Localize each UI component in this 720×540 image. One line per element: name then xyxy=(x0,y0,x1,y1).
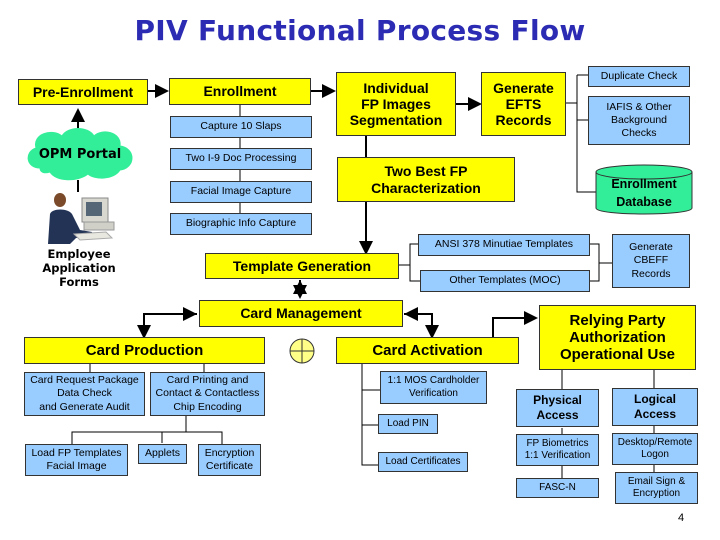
arrow-activation-relying xyxy=(492,311,538,337)
relying-party-box: Relying Party Authorization Operational … xyxy=(539,305,696,370)
page-title: PIV Functional Process Flow xyxy=(134,14,586,47)
fasc-n-box: FASC-N xyxy=(516,478,599,498)
template-generation-box: Template Generation xyxy=(205,253,399,279)
biographic-info-capture-box: Biographic Info Capture xyxy=(170,213,312,235)
card-request-package-box: Card Request Package Data Check and Gene… xyxy=(24,372,145,416)
duplicate-check-box: Duplicate Check xyxy=(588,66,690,87)
load-fp-templates-box: Load FP Templates Facial Image xyxy=(25,444,128,476)
other-templates-box: Other Templates (MOC) xyxy=(420,270,590,292)
opm-portal-label: OPM Portal xyxy=(39,147,121,162)
card-printing-box: Card Printing and Contact & Contactless … xyxy=(150,372,265,416)
load-certificates-box: Load Certificates xyxy=(378,452,468,472)
circle-cross-icon xyxy=(289,338,315,364)
pre-enrollment-box: Pre-Enrollment xyxy=(18,79,148,105)
ansi-378-templates-box: ANSI 378 Minutiae Templates xyxy=(418,234,590,256)
two-best-fp-box: Two Best FP Characterization xyxy=(337,157,515,202)
fp-biometrics-box: FP Biometrics 1:1 Verification xyxy=(516,434,599,466)
opm-portal-cloud: OPM Portal xyxy=(27,128,133,181)
load-pin-box: Load PIN xyxy=(378,414,438,434)
i9-doc-processing-box: Two I-9 Doc Processing xyxy=(170,148,312,170)
card-activation-box: Card Activation xyxy=(336,337,519,364)
employee-application-forms-label: Employee Application Forms xyxy=(42,247,116,289)
iafis-checks-box: IAFIS & Other Background Checks xyxy=(588,96,690,145)
card-production-box: Card Production xyxy=(24,337,265,364)
fp-segmentation-box: Individual FP Images Segmentation xyxy=(336,72,456,136)
logical-access-box: Logical Access xyxy=(612,388,698,426)
card-management-box: Card Management xyxy=(199,300,403,327)
generate-efts-box: Generate EFTS Records xyxy=(481,72,566,136)
facial-image-capture-box: Facial Image Capture xyxy=(170,181,312,203)
enrollment-box: Enrollment xyxy=(169,78,311,105)
mos-cardholder-verification-box: 1:1 MOS Cardholder Verification xyxy=(380,371,487,404)
arrow-cardmgmt-activation xyxy=(404,313,439,339)
email-sign-encryption-box: Email Sign & Encryption xyxy=(615,472,698,504)
capture-10-slaps-box: Capture 10 Slaps xyxy=(170,116,312,138)
encryption-certificate-box: Encryption Certificate xyxy=(198,444,261,476)
arrow-cardmgmt-production xyxy=(137,313,197,339)
applets-box: Applets xyxy=(138,444,187,464)
page-number: 4 xyxy=(678,512,685,524)
enrollment-database-label: Enrollment Database xyxy=(611,177,677,209)
desktop-remote-logon-box: Desktop/Remote Logon xyxy=(612,433,698,465)
physical-access-box: Physical Access xyxy=(516,389,599,427)
generate-cbeff-box: Generate CBEFF Records xyxy=(612,234,690,288)
person-at-computer-icon xyxy=(48,193,115,244)
